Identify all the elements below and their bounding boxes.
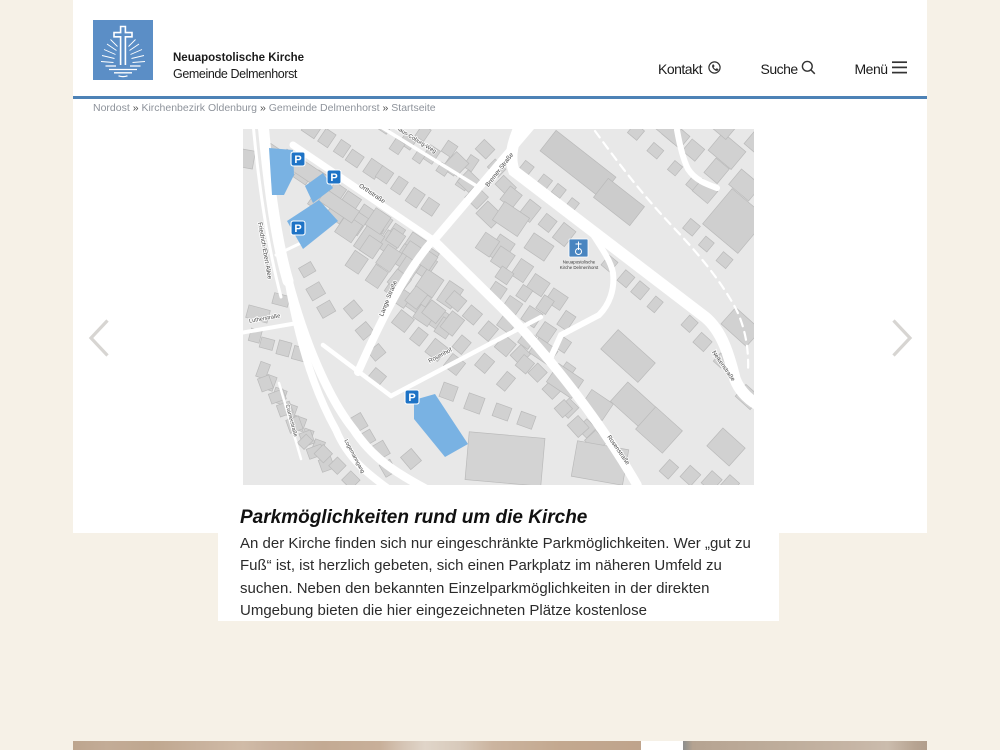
svg-text:Kirche Delmenhorst: Kirche Delmenhorst (560, 265, 599, 270)
svg-text:P: P (294, 154, 301, 166)
svg-text:P: P (294, 223, 301, 235)
svg-text:P: P (330, 172, 337, 184)
svg-text:Neuapostolische: Neuapostolische (563, 260, 596, 265)
svg-text:P: P (408, 392, 415, 404)
